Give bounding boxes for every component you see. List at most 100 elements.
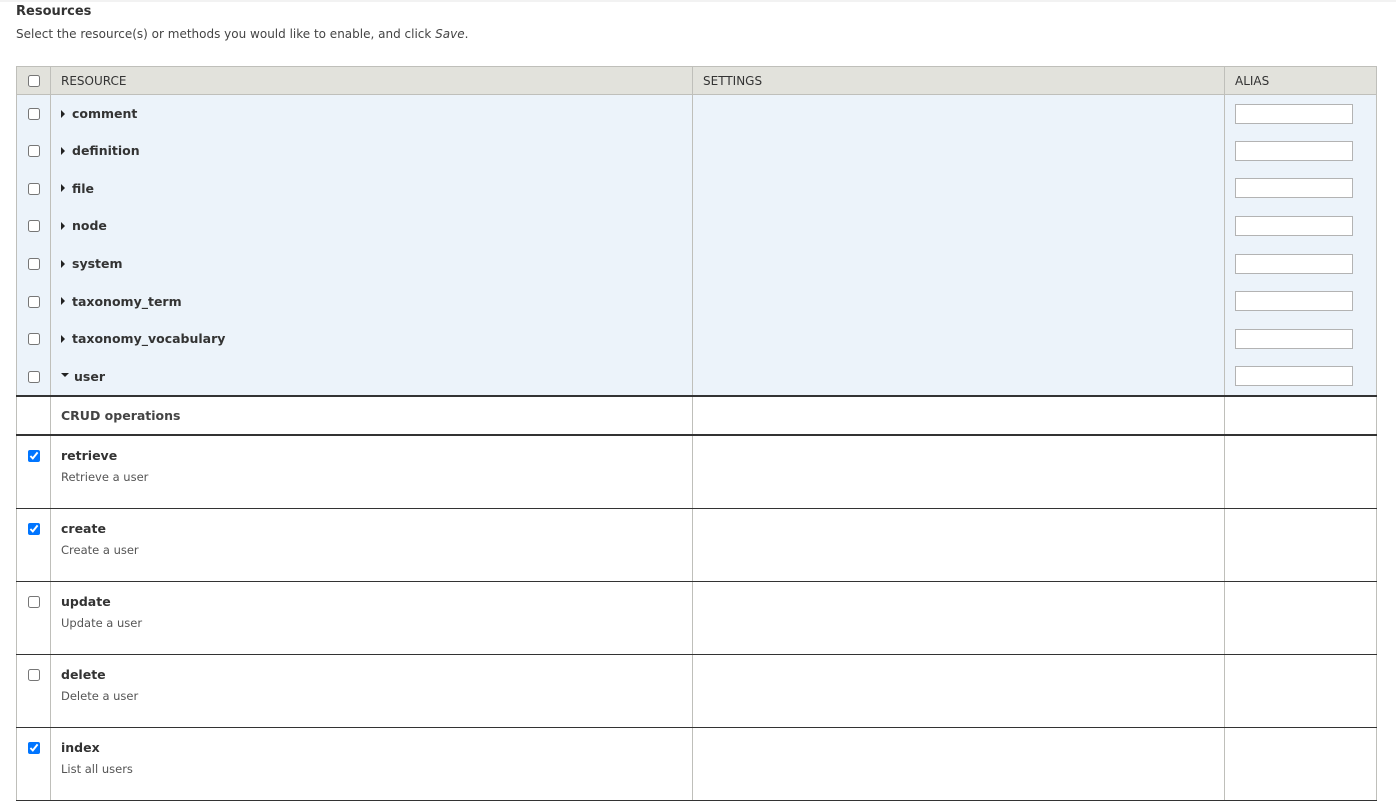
operation-alias-cell: [1224, 727, 1377, 801]
operation-checkbox[interactable]: [27, 741, 40, 754]
resource-name[interactable]: taxonomy_vocabulary: [72, 331, 225, 346]
resource-checkbox[interactable]: [27, 182, 40, 195]
operation-checkbox-cell: [16, 727, 51, 801]
resource-row-comment[interactable]: comment: [16, 94, 1377, 132]
resource-name[interactable]: file: [72, 181, 94, 196]
crud-settings-cell: [692, 396, 1225, 437]
resource-name-cell[interactable]: taxonomy_term: [50, 282, 693, 320]
resource-row-system[interactable]: system: [16, 244, 1377, 283]
resource-checkbox-cell: [16, 319, 51, 358]
select-all-checkbox[interactable]: [27, 75, 40, 87]
alias-column-header: ALIAS: [1224, 66, 1377, 95]
operation-settings-cell: [692, 581, 1225, 656]
resource-checkbox[interactable]: [27, 220, 40, 233]
resource-checkbox-cell: [16, 94, 51, 132]
resource-alias-cell: [1224, 282, 1377, 320]
resource-checkbox[interactable]: [27, 258, 40, 271]
alias-input[interactable]: [1235, 140, 1353, 161]
resource-checkbox[interactable]: [27, 145, 40, 158]
resource-name[interactable]: taxonomy_term: [72, 294, 182, 309]
description-text: Select the resource(s) or methods you wo…: [16, 27, 436, 41]
triangle-right-icon[interactable]: [61, 334, 65, 343]
triangle-right-icon[interactable]: [61, 221, 65, 230]
resource-name[interactable]: user: [74, 369, 105, 384]
alias-input[interactable]: [1235, 291, 1353, 312]
crud-empty-cell: [16, 396, 51, 437]
resource-row-file[interactable]: file: [16, 169, 1377, 208]
resources-table: RESOURCE SETTINGS ALIAS comment definitio…: [16, 66, 1377, 801]
resource-checkbox-cell: [16, 169, 51, 208]
alias-input[interactable]: [1235, 178, 1353, 199]
operation-description: Delete a user: [61, 689, 139, 704]
crud-operations-label: CRUD operations: [50, 396, 693, 437]
resource-name-cell[interactable]: taxonomy_vocabulary: [50, 319, 693, 358]
triangle-right-icon[interactable]: [61, 297, 65, 306]
triangle-right-icon[interactable]: [61, 146, 65, 155]
alias-input[interactable]: [1235, 328, 1353, 349]
operation-description: Create a user: [61, 543, 139, 558]
settings-column-header: SETTINGS: [692, 66, 1225, 95]
operation-name: delete: [61, 667, 106, 683]
operation-row-update: update Update a user: [16, 581, 1377, 656]
resource-row-taxonomy-term[interactable]: taxonomy_term: [16, 282, 1377, 320]
resource-name[interactable]: definition: [72, 143, 140, 158]
resource-name-cell[interactable]: comment: [50, 94, 693, 132]
select-all-cell: [16, 66, 51, 95]
operation-row-delete: delete Delete a user: [16, 654, 1377, 729]
operation-checkbox[interactable]: [27, 522, 40, 535]
resource-settings-cell: [692, 244, 1225, 283]
operation-alias-cell: [1224, 581, 1377, 656]
resource-name-cell[interactable]: system: [50, 244, 693, 283]
resource-name-cell[interactable]: file: [50, 169, 693, 208]
triangle-right-icon[interactable]: [61, 109, 65, 118]
operation-checkbox[interactable]: [27, 595, 40, 608]
operation-info-cell: delete Delete a user: [50, 654, 693, 729]
resource-checkbox[interactable]: [27, 108, 40, 120]
alias-input[interactable]: [1235, 103, 1353, 124]
description-suffix: .: [464, 27, 469, 41]
operation-info-cell: index List all users: [50, 727, 693, 801]
resource-checkbox-cell: [16, 357, 51, 398]
resource-settings-cell: [692, 207, 1225, 245]
resource-checkbox-cell: [16, 282, 51, 320]
resource-checkbox[interactable]: [27, 333, 40, 346]
resource-alias-cell: [1224, 207, 1377, 245]
operation-description: Update a user: [61, 616, 143, 631]
operation-name: create: [61, 521, 106, 537]
operation-settings-cell: [692, 435, 1225, 510]
operation-row-index: index List all users: [16, 727, 1377, 801]
triangle-right-icon[interactable]: [61, 184, 65, 193]
alias-input[interactable]: [1235, 253, 1353, 274]
operation-row-retrieve: retrieve Retrieve a user: [16, 435, 1377, 510]
operation-checkbox-cell: [16, 654, 51, 729]
resource-row-taxonomy-vocabulary[interactable]: taxonomy_vocabulary: [16, 319, 1377, 358]
resource-name[interactable]: node: [72, 218, 107, 233]
operation-name: update: [61, 594, 111, 610]
description-save-emphasis: Save: [435, 27, 465, 41]
alias-input[interactable]: [1235, 366, 1353, 387]
resource-alias-cell: [1224, 357, 1377, 398]
operation-name: retrieve: [61, 448, 118, 464]
resource-name-cell[interactable]: node: [50, 207, 693, 245]
resource-checkbox[interactable]: [27, 370, 40, 383]
alias-input[interactable]: [1235, 215, 1353, 236]
resource-row-node[interactable]: node: [16, 207, 1377, 245]
triangle-down-icon[interactable]: [61, 373, 69, 378]
crud-operations-row: CRUD operations: [16, 396, 1377, 437]
operation-alias-cell: [1224, 508, 1377, 583]
operation-checkbox[interactable]: [27, 668, 40, 681]
resources-table-body: comment definition file node system taxonomy_…: [16, 94, 1377, 801]
resource-row-user[interactable]: user: [16, 357, 1377, 398]
resource-row-definition[interactable]: definition: [16, 132, 1377, 170]
resource-name-cell[interactable]: user: [50, 357, 693, 398]
resource-name-cell[interactable]: definition: [50, 132, 693, 170]
operation-info-cell: create Create a user: [50, 508, 693, 583]
operation-checkbox[interactable]: [27, 449, 40, 462]
resource-name[interactable]: system: [72, 256, 123, 271]
resource-checkbox[interactable]: [27, 295, 40, 308]
resource-alias-cell: [1224, 132, 1377, 170]
resource-name[interactable]: comment: [72, 106, 137, 121]
operation-checkbox-cell: [16, 435, 51, 510]
operation-alias-cell: [1224, 435, 1377, 510]
triangle-right-icon[interactable]: [61, 259, 65, 268]
